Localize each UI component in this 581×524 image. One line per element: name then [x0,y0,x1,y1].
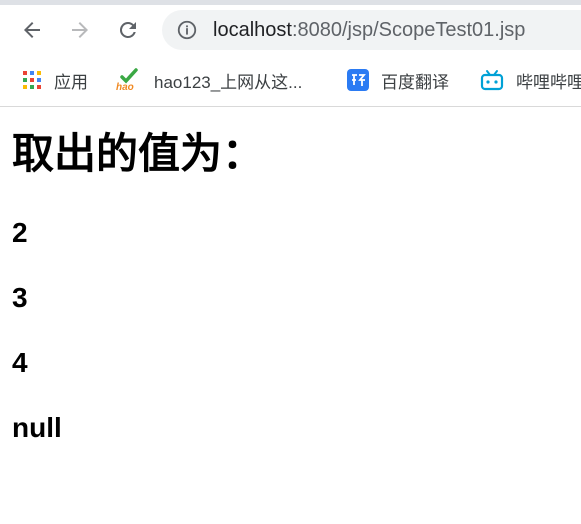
browser-chrome: localhost:8080/jsp/ScopeTest01.jsp 应用 ha… [0,0,581,107]
info-icon[interactable] [176,19,198,41]
reload-icon [119,21,136,38]
svg-text:hao: hao [116,82,134,92]
hao123-icon: hao [116,68,138,92]
bookmark-hao123[interactable]: hao hao123_上网从这... [116,66,302,94]
bookmarks-bar: 应用 hao hao123_上网从这... 百度翻译 哔哩哔哩 [0,60,581,100]
bookmark-label: hao123_上网从这... [154,72,303,92]
scope-value: 3 [12,282,28,313]
baidu-fanyi-icon [347,69,369,91]
forward-button[interactable] [64,14,96,46]
scope-value: 2 [12,217,28,248]
bookmark-bilibili[interactable]: 哔哩哔哩 [480,66,581,94]
bookmark-label: 应用 [54,72,88,92]
address-bar[interactable]: localhost:8080/jsp/ScopeTest01.jsp [162,10,581,50]
bookmark-label: 百度翻译 [381,72,449,92]
arrow-right-icon [72,22,88,38]
back-button[interactable] [16,14,48,46]
bookmark-label: 哔哩哔哩 [516,72,581,92]
scope-value: 4 [12,347,28,378]
bookmark-baidu-fanyi[interactable]: 百度翻译 [347,66,449,94]
reload-button[interactable] [112,14,144,46]
scope-value: null [12,412,62,443]
arrow-left-icon [24,22,40,38]
url-text[interactable]: localhost:8080/jsp/ScopeTest01.jsp [213,18,525,42]
page-heading: 取出的值为： [12,129,265,178]
apps-grid-icon [23,71,41,89]
url-path: :8080/jsp/ScopeTest01.jsp [291,19,526,41]
bilibili-icon [480,70,504,91]
bookmark-apps[interactable]: 应用 [22,66,88,94]
page-content: 取出的值为： 2 3 4 null [0,107,581,524]
url-host: localhost [213,19,292,41]
tab-strip-edge [0,0,581,5]
